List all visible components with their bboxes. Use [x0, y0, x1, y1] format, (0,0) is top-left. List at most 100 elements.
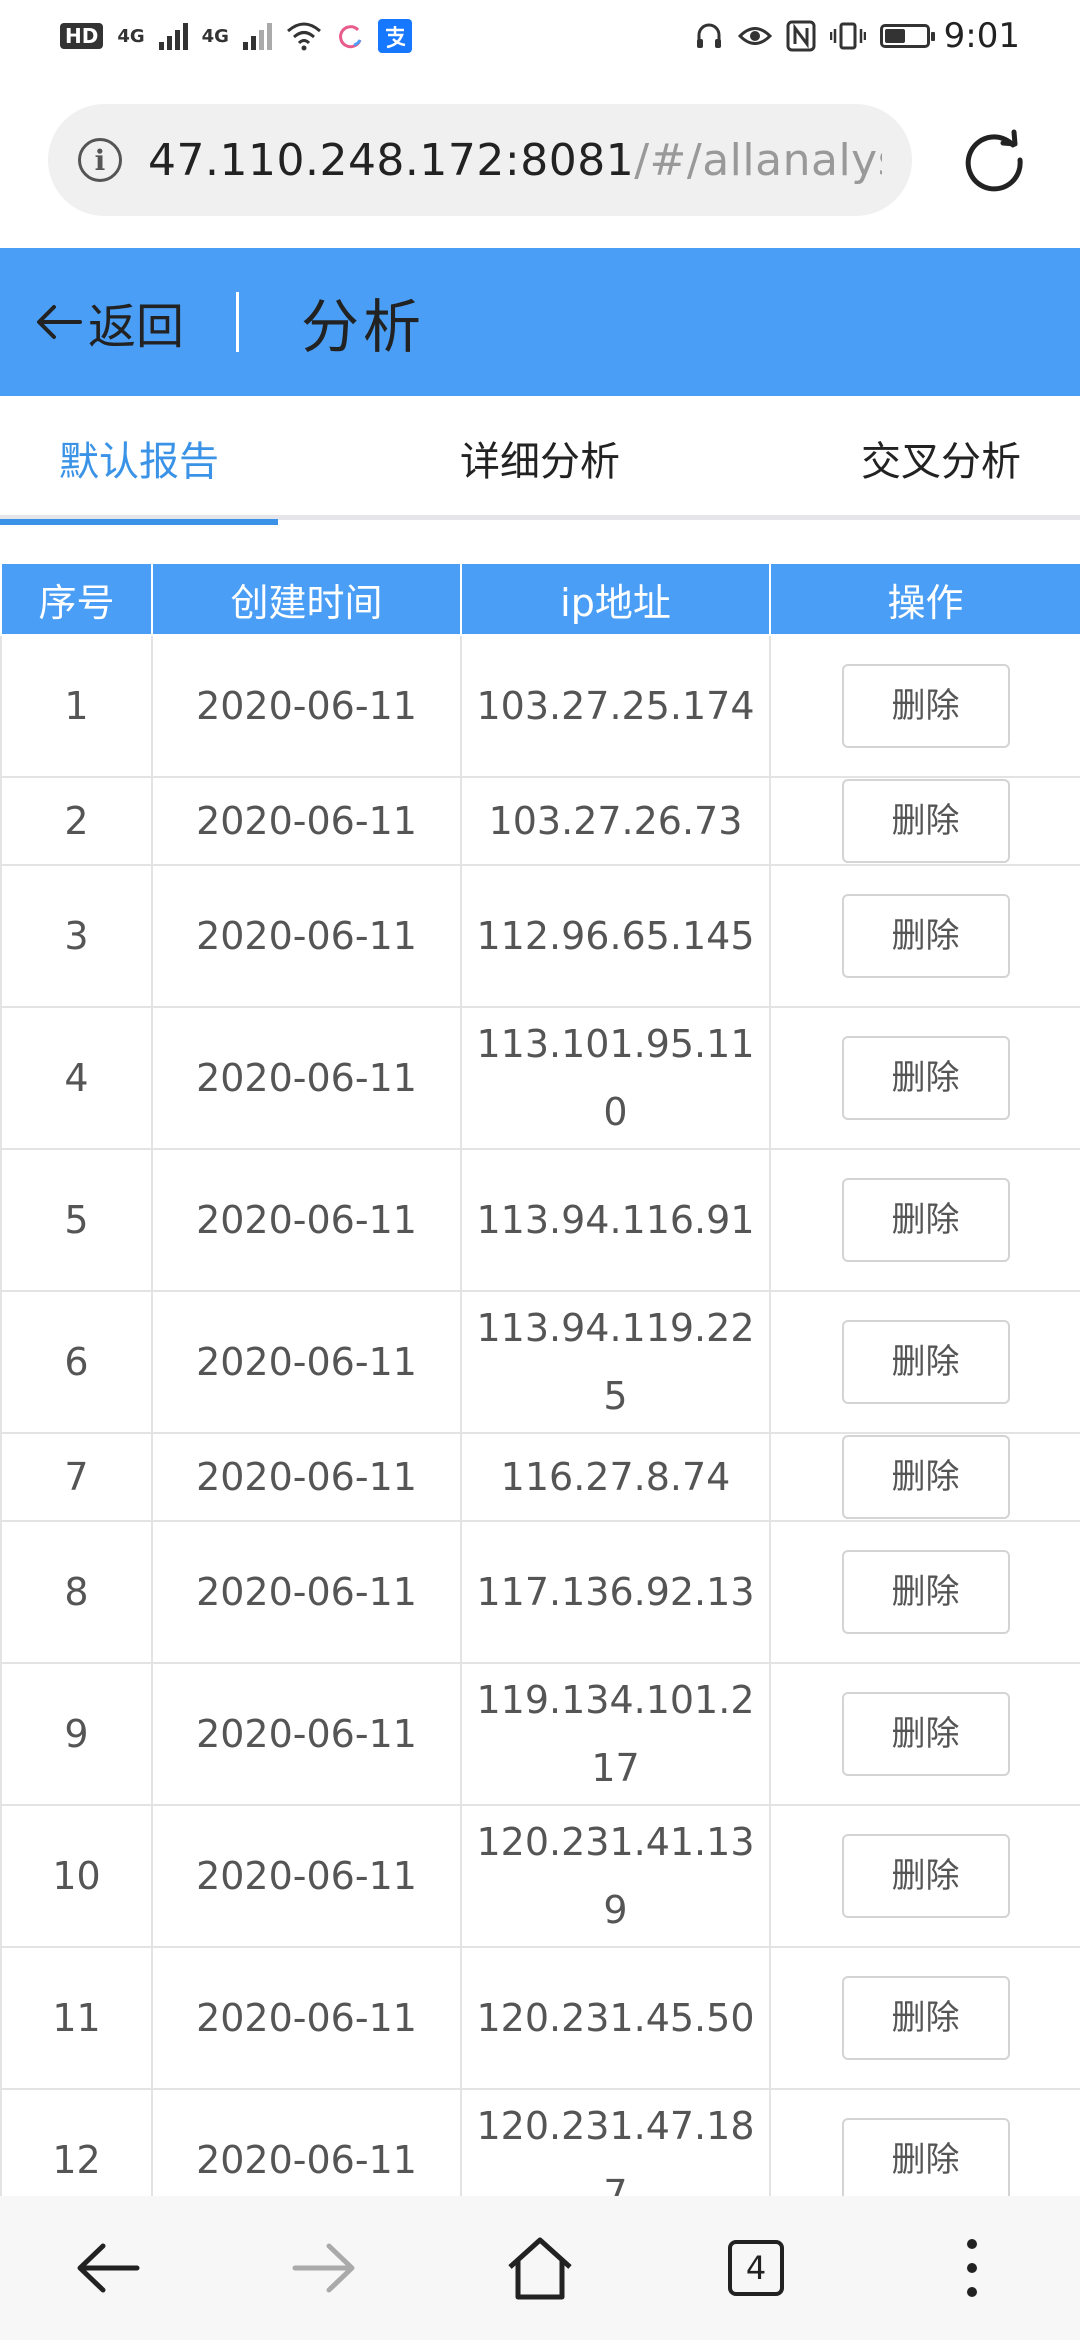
sim2-label: 4G: [201, 25, 229, 47]
row-action-cell: 删除: [769, 1946, 1080, 2090]
row-index: 11: [0, 1946, 153, 2090]
row-ip: 103.27.25.174: [460, 634, 771, 778]
alipay-icon: [377, 19, 412, 53]
back-button[interactable]: 返回: [36, 287, 184, 357]
row-ip: 120.231.41.139: [460, 1804, 771, 1948]
delete-button[interactable]: 删除: [841, 2118, 1010, 2202]
row-date: 2020-06-11: [151, 1804, 462, 1948]
row-action-cell: 删除: [769, 1148, 1080, 1292]
row-index: 3: [0, 864, 153, 1008]
browser-page: HD 4G 4G 9:01 i 47.110.248.172:8081/#/al…: [0, 0, 1080, 2340]
table-row: 6 2020-06-11 113.94.119.225 删除: [0, 1290, 1080, 1434]
table-row: 5 2020-06-11 113.94.116.91 删除: [0, 1148, 1080, 1292]
column-header-action: 操作: [769, 562, 1080, 636]
row-ip: 116.27.8.74: [460, 1432, 771, 1522]
column-header-index: 序号: [0, 562, 153, 636]
more-vertical-icon: [967, 2239, 977, 2297]
row-action-cell: 删除: [769, 1290, 1080, 1434]
row-date: 2020-06-11: [151, 864, 462, 1008]
info-icon[interactable]: i: [78, 138, 122, 182]
delete-button[interactable]: 删除: [841, 779, 1010, 863]
row-ip: 113.94.119.225: [460, 1290, 771, 1434]
tab-label: 交叉分析: [861, 439, 1021, 485]
wifi-icon: [286, 22, 321, 51]
table-row: 10 2020-06-11 120.231.41.139 删除: [0, 1804, 1080, 1948]
row-index: 5: [0, 1148, 153, 1292]
headphones-icon: [696, 23, 721, 48]
table-row: 1 2020-06-11 103.27.25.174 删除: [0, 634, 1080, 778]
row-action-cell: 删除: [769, 1432, 1080, 1522]
nav-forward-button[interactable]: [264, 2208, 384, 2328]
nav-back-button[interactable]: [48, 2208, 168, 2328]
delete-button[interactable]: 删除: [841, 1320, 1010, 1404]
table-row: 3 2020-06-11 112.96.65.145 删除: [0, 864, 1080, 1008]
delete-button[interactable]: 删除: [841, 1692, 1010, 1776]
nav-tabs-button[interactable]: 4: [696, 2208, 816, 2328]
reload-button[interactable]: [956, 122, 1032, 198]
tab-count-icon: 4: [728, 2240, 784, 2296]
row-index: 6: [0, 1290, 153, 1434]
row-date: 2020-06-11: [151, 1432, 462, 1522]
signal-icon: [242, 22, 272, 50]
arrow-left-icon: [77, 2243, 140, 2293]
hd-badge: HD: [60, 23, 104, 49]
arrow-left-icon: [37, 305, 82, 339]
browser-bottom-nav: 4: [0, 2196, 1080, 2340]
url-field[interactable]: i 47.110.248.172:8081/#/allanalysis: [48, 104, 912, 216]
vibrate-icon: [829, 22, 866, 50]
row-ip: 113.101.95.110: [460, 1006, 771, 1150]
row-ip: 120.231.45.50: [460, 1946, 771, 2090]
delete-button[interactable]: 删除: [841, 1435, 1010, 1519]
page-title: 分析: [301, 293, 426, 361]
row-action-cell: 删除: [769, 1006, 1080, 1150]
tab-detailed-analysis[interactable]: 详细分析: [278, 396, 802, 520]
app-header: 返回 分析: [0, 248, 1080, 396]
tab-cross-analysis[interactable]: 交叉分析: [802, 396, 1080, 520]
delete-button[interactable]: 删除: [841, 1178, 1010, 1262]
row-index: 4: [0, 1006, 153, 1150]
row-action-cell: 删除: [769, 1804, 1080, 1948]
url-text[interactable]: 47.110.248.172:8081/#/allanalysis: [148, 135, 882, 186]
signal-icon: [158, 22, 188, 50]
row-ip: 113.94.116.91: [460, 1148, 771, 1292]
row-action-cell: 删除: [769, 1662, 1080, 1806]
arrow-right-icon: [292, 2243, 355, 2293]
row-index: 9: [0, 1662, 153, 1806]
eye-icon: [737, 27, 772, 45]
delete-button[interactable]: 删除: [841, 1834, 1010, 1918]
home-icon: [508, 2237, 572, 2300]
clock: 9:01: [943, 16, 1020, 56]
row-action-cell: 删除: [769, 1520, 1080, 1664]
table-row: 9 2020-06-11 119.134.101.217 删除: [0, 1662, 1080, 1806]
tab-default-report[interactable]: 默认报告: [0, 396, 278, 525]
delete-button[interactable]: 删除: [841, 664, 1010, 748]
delete-button[interactable]: 删除: [841, 1976, 1010, 2060]
table-header-row: 序号 创建时间 ip地址 操作: [0, 562, 1080, 636]
table-row: 2 2020-06-11 103.27.26.73 删除: [0, 776, 1080, 866]
row-ip: 117.136.92.13: [460, 1520, 771, 1664]
row-index: 10: [0, 1804, 153, 1948]
report-table: 序号 创建时间 ip地址 操作 1 2020-06-11 103.27.25.1…: [0, 562, 1080, 2232]
nfc-icon: [786, 20, 816, 52]
tab-label: 默认报告: [59, 439, 219, 485]
reload-icon: [965, 129, 1023, 192]
delete-button[interactable]: 删除: [841, 894, 1010, 978]
sim1-label: 4G: [117, 25, 145, 47]
browser-address-bar: i 47.110.248.172:8081/#/allanalysis: [0, 72, 1080, 248]
delete-button[interactable]: 删除: [841, 1036, 1010, 1120]
status-left: HD 4G 4G: [60, 19, 412, 53]
nav-menu-button[interactable]: [912, 2208, 1032, 2328]
nav-home-button[interactable]: [480, 2208, 600, 2328]
row-index: 7: [0, 1432, 153, 1522]
back-label: 返回: [88, 299, 185, 355]
row-date: 2020-06-11: [151, 1520, 462, 1664]
row-date: 2020-06-11: [151, 634, 462, 778]
column-header-created-time: 创建时间: [151, 562, 462, 636]
column-header-ip-address: ip地址: [460, 562, 771, 636]
row-date: 2020-06-11: [151, 1006, 462, 1150]
row-action-cell: 删除: [769, 634, 1080, 778]
delete-button[interactable]: 删除: [841, 1550, 1010, 1634]
row-date: 2020-06-11: [151, 1148, 462, 1292]
table-row: 8 2020-06-11 117.136.92.13 删除: [0, 1520, 1080, 1664]
report-table-container: 序号 创建时间 ip地址 操作 1 2020-06-11 103.27.25.1…: [0, 562, 1080, 2232]
